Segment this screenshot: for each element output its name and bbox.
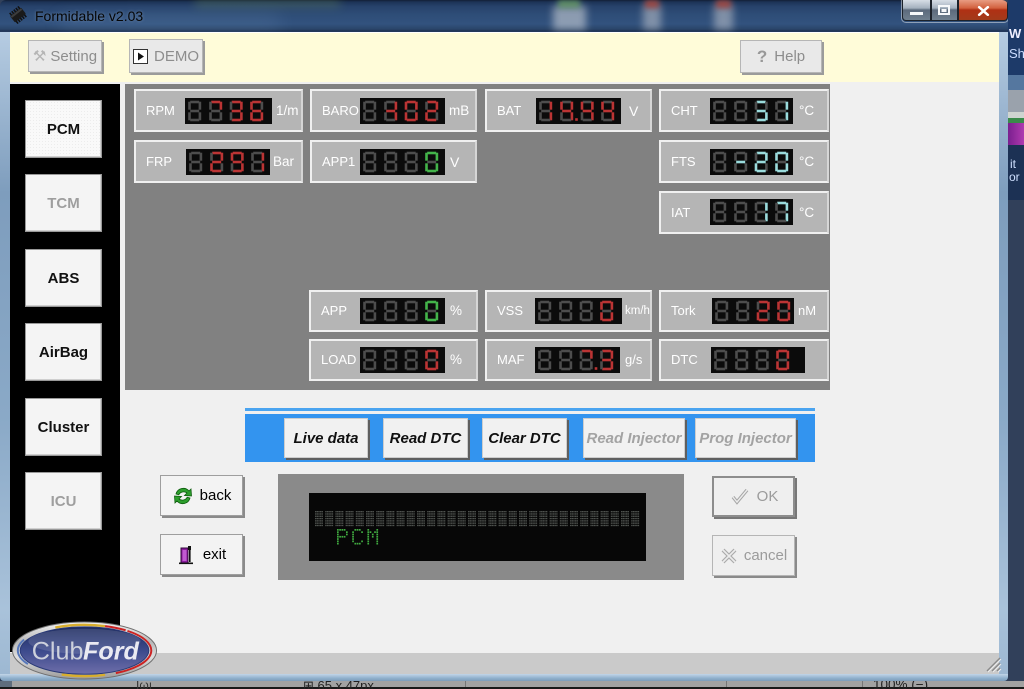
svg-text:Club: Club (32, 638, 84, 666)
svg-text:Ford: Ford (83, 638, 139, 666)
